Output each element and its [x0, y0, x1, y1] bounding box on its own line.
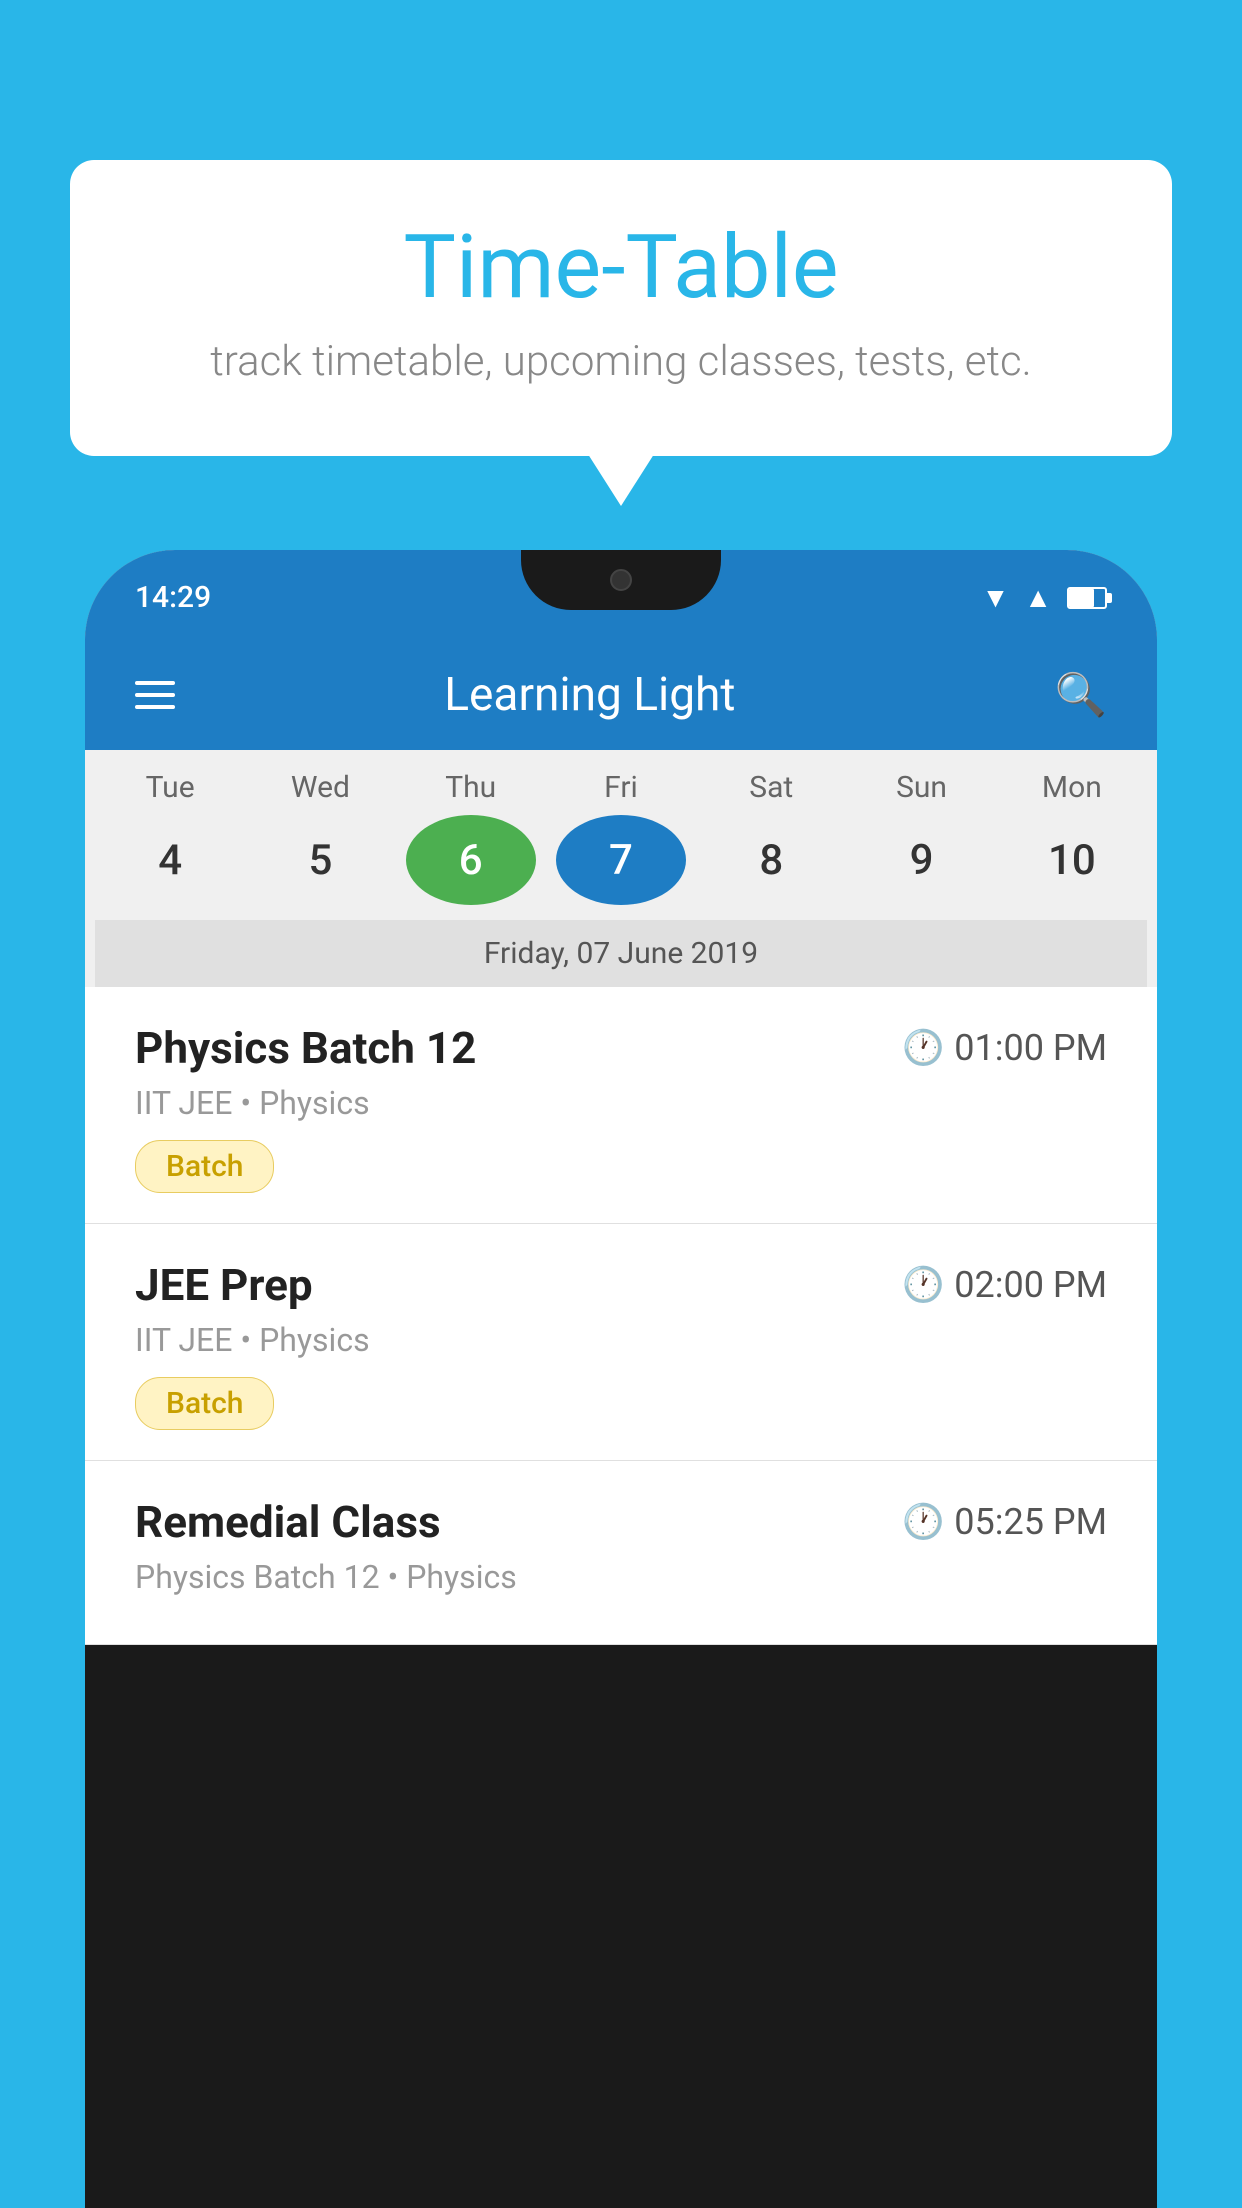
app-header: Learning Light 🔍	[85, 640, 1157, 750]
item-2-time: 🕐 02:00 PM	[902, 1264, 1107, 1306]
item-2-subtitle: IIT JEE • Physics	[135, 1321, 1107, 1359]
day-8[interactable]: 8	[706, 815, 836, 905]
status-icons: ▼ ▲	[982, 576, 1107, 614]
clock-icon-2: 🕐	[902, 1265, 944, 1305]
item-3-subtitle: Physics Batch 12 • Physics	[135, 1558, 1107, 1596]
schedule-item-2[interactable]: JEE Prep 🕐 02:00 PM IIT JEE • Physics Ba…	[85, 1224, 1157, 1461]
clock-icon-1: 🕐	[902, 1028, 944, 1068]
camera-dot	[610, 569, 632, 591]
item-1-time: 🕐 01:00 PM	[902, 1027, 1107, 1069]
phone-screen: 14:29 ▼ ▲ Learning Light 🔍	[85, 550, 1157, 1645]
status-bar: 14:29 ▼ ▲	[85, 550, 1157, 640]
item-3-time: 🕐 05:25 PM	[902, 1501, 1107, 1543]
day-header-mon: Mon	[1007, 770, 1137, 805]
item-3-title: Remedial Class	[135, 1496, 441, 1548]
item-2-time-value: 02:00 PM	[954, 1264, 1107, 1306]
wifi-icon: ▼	[982, 581, 1010, 614]
day-header-tue: Tue	[105, 770, 235, 805]
schedule-item-1[interactable]: Physics Batch 12 🕐 01:00 PM IIT JEE • Ph…	[85, 987, 1157, 1224]
item-3-time-value: 05:25 PM	[954, 1501, 1107, 1543]
schedule-item-3-header: Remedial Class 🕐 05:25 PM	[135, 1496, 1107, 1548]
app-title: Learning Light	[125, 668, 1055, 722]
day-5[interactable]: 5	[255, 815, 385, 905]
item-1-title: Physics Batch 12	[135, 1022, 476, 1074]
item-1-time-value: 01:00 PM	[954, 1027, 1107, 1069]
day-header-thu: Thu	[406, 770, 536, 805]
day-10[interactable]: 10	[1007, 815, 1137, 905]
day-6-today[interactable]: 6	[406, 815, 536, 905]
schedule-list: Physics Batch 12 🕐 01:00 PM IIT JEE • Ph…	[85, 987, 1157, 1645]
clock-icon-3: 🕐	[902, 1502, 944, 1542]
item-1-subtitle: IIT JEE • Physics	[135, 1084, 1107, 1122]
day-9[interactable]: 9	[857, 815, 987, 905]
battery-icon	[1067, 587, 1107, 609]
day-header-sat: Sat	[706, 770, 836, 805]
phone-notch	[521, 550, 721, 610]
day-headers: Tue Wed Thu Fri Sat Sun Mon	[95, 770, 1147, 805]
speech-bubble: Time-Table track timetable, upcoming cla…	[70, 160, 1172, 456]
speech-bubble-container: Time-Table track timetable, upcoming cla…	[70, 160, 1172, 456]
search-button[interactable]: 🔍	[1055, 671, 1107, 720]
day-7-selected[interactable]: 7	[556, 815, 686, 905]
phone-wrapper: 14:29 ▼ ▲ Learning Light 🔍	[85, 550, 1157, 2208]
app-feature-subtitle: track timetable, upcoming classes, tests…	[150, 337, 1092, 386]
item-1-batch-badge: Batch	[135, 1140, 274, 1193]
signal-icon: ▲	[1024, 581, 1052, 614]
item-2-batch-badge: Batch	[135, 1377, 274, 1430]
day-header-wed: Wed	[255, 770, 385, 805]
schedule-item-1-header: Physics Batch 12 🕐 01:00 PM	[135, 1022, 1107, 1074]
phone-frame: 14:29 ▼ ▲ Learning Light 🔍	[85, 550, 1157, 2208]
day-header-sun: Sun	[857, 770, 987, 805]
app-feature-title: Time-Table	[150, 220, 1092, 317]
item-2-title: JEE Prep	[135, 1259, 313, 1311]
schedule-item-2-header: JEE Prep 🕐 02:00 PM	[135, 1259, 1107, 1311]
status-time: 14:29	[135, 575, 211, 615]
day-4[interactable]: 4	[105, 815, 235, 905]
schedule-item-3[interactable]: Remedial Class 🕐 05:25 PM Physics Batch …	[85, 1461, 1157, 1645]
calendar-strip: Tue Wed Thu Fri Sat Sun Mon 4 5 6 7 8 9 …	[85, 750, 1157, 987]
selected-date-label: Friday, 07 June 2019	[95, 920, 1147, 987]
day-numbers: 4 5 6 7 8 9 10	[95, 815, 1147, 920]
day-header-fri: Fri	[556, 770, 686, 805]
